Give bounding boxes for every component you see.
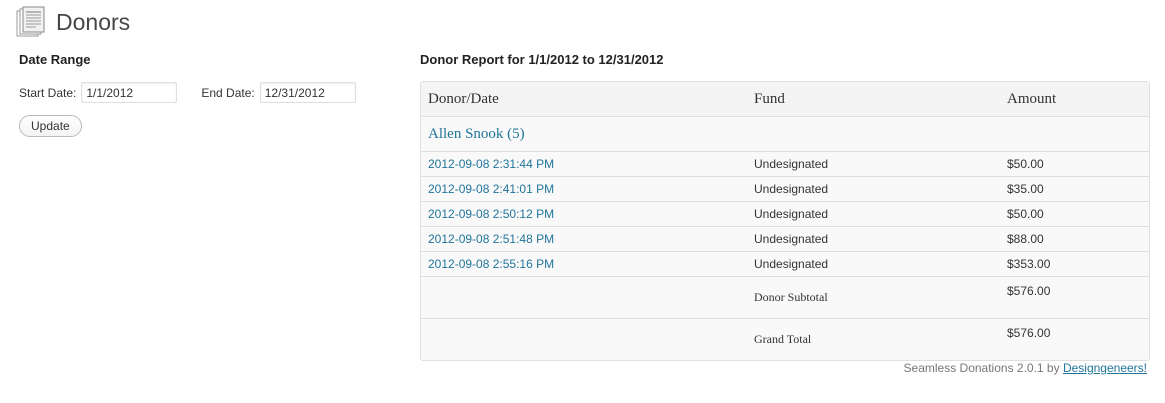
column-header-donor-date[interactable]: Donor/Date (421, 82, 747, 117)
plugin-footer: Seamless Donations 2.0.1 by Designgeneer… (904, 361, 1147, 375)
table-row: 2012-09-08 2:31:44 PM Undesignated $50.0… (421, 152, 1149, 177)
grand-total-amount: $576.00 (1007, 326, 1051, 340)
donor-report-panel: Donor Report for 1/1/2012 to 12/31/2012 … (420, 52, 1152, 361)
column-header-fund[interactable]: Fund (747, 82, 1000, 117)
date-range-heading: Date Range (19, 52, 91, 67)
document-stack-icon (16, 6, 45, 37)
table-row: 2012-09-08 2:55:16 PM Undesignated $353.… (421, 252, 1149, 277)
page-header: Donors (16, 6, 130, 38)
end-date-input[interactable] (259, 82, 356, 103)
amount-cell: $353.00 (1000, 252, 1149, 277)
grand-total-label: Grand Total (754, 332, 812, 346)
amount-cell: $50.00 (1000, 152, 1149, 177)
table-row: 2012-09-08 2:41:01 PM Undesignated $35.0… (421, 177, 1149, 202)
donation-date-link[interactable]: 2012-09-08 2:41:01 PM (428, 182, 554, 196)
donor-subtotal-row: Donor Subtotal $576.00 (421, 277, 1149, 319)
fund-cell: Undesignated (747, 252, 1000, 277)
amount-cell: $35.00 (1000, 177, 1149, 202)
donor-subtotal-amount: $576.00 (1000, 277, 1149, 319)
donation-date-link[interactable]: 2012-09-08 2:55:16 PM (428, 257, 554, 271)
table-row: 2012-09-08 2:51:48 PM Undesignated $88.0… (421, 227, 1149, 252)
donor-report-table: Donor/Date Fund Amount Allen Snook (5) 2… (420, 81, 1150, 361)
donation-date-link[interactable]: 2012-09-08 2:50:12 PM (428, 207, 554, 221)
page-title: Donors (56, 8, 131, 35)
report-heading: Donor Report for 1/1/2012 to 12/31/2012 (420, 52, 664, 67)
start-date-label: Start Date: (19, 85, 77, 100)
grand-total-row: Grand Total $576.00 (421, 319, 1149, 360)
date-range-panel: Date Range Start Date: End Date: Update (19, 52, 356, 137)
donation-date-link[interactable]: 2012-09-08 2:51:48 PM (428, 232, 554, 246)
donor-subtotal-label: Donor Subtotal (747, 277, 1000, 319)
fund-cell: Undesignated (747, 202, 1000, 227)
amount-cell: $50.00 (1000, 202, 1149, 227)
amount-cell: $88.00 (1000, 227, 1149, 252)
donor-row: Allen Snook (5) (421, 117, 1149, 152)
fund-cell: Undesignated (747, 177, 1000, 202)
fund-cell: Undesignated (747, 227, 1000, 252)
update-button[interactable]: Update (19, 115, 82, 137)
designgeneers-link[interactable]: Designgeneers! (1063, 361, 1147, 375)
donor-name-link[interactable]: Allen Snook (5) (428, 126, 525, 142)
start-date-input[interactable] (81, 82, 178, 103)
fund-cell: Undesignated (747, 152, 1000, 177)
footer-text: Seamless Donations 2.0.1 by (903, 361, 1063, 375)
donation-date-link[interactable]: 2012-09-08 2:31:44 PM (428, 157, 554, 171)
table-header-row: Donor/Date Fund Amount (421, 82, 1149, 117)
table-row: 2012-09-08 2:50:12 PM Undesignated $50.0… (421, 202, 1149, 227)
end-date-label: End Date: (201, 85, 255, 100)
column-header-amount[interactable]: Amount (1000, 82, 1149, 117)
date-range-form: Start Date: End Date: (19, 82, 356, 103)
